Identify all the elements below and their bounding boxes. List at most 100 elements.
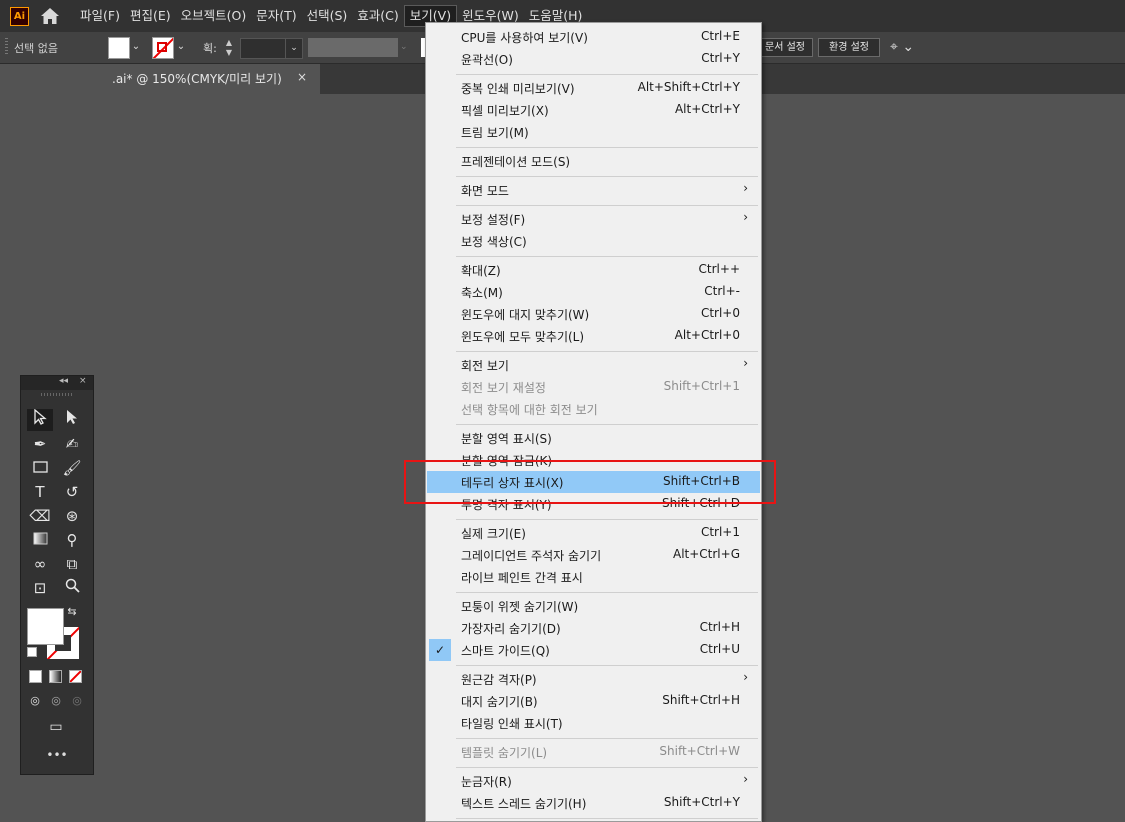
document-setup-button[interactable]: 문서 설정 <box>757 38 813 57</box>
eyedropper-tool-icon[interactable]: ⚲ <box>59 529 85 551</box>
document-tab[interactable]: .ai* @ 150%(CMYK/미리 보기) × <box>0 64 320 94</box>
arrange-documents-icon[interactable]: ⌖ ⌄ <box>890 39 920 57</box>
menu-item-zoom-in[interactable]: 확대(Z) Ctrl++ <box>427 259 760 281</box>
stroke-swatch[interactable] <box>152 37 174 59</box>
menu-item-perspective-grid[interactable]: 원근감 격자(P) › <box>427 668 760 690</box>
menu-item-rulers[interactable]: 눈금자(R) › <box>427 770 760 792</box>
rotate-tool-icon[interactable]: ↺ <box>59 481 85 503</box>
menu-item-show-print-tiling[interactable]: 타일링 인쇄 표시(T) <box>427 712 760 734</box>
menu-item-show-slices[interactable]: 분할 영역 표시(S) <box>427 427 760 449</box>
variable-width-profile[interactable] <box>308 38 398 57</box>
menu-item-trim-view[interactable]: 트림 보기(M) <box>427 121 760 143</box>
menu-separator <box>456 176 758 177</box>
swap-fill-stroke-icon[interactable]: ⇆ <box>65 605 79 619</box>
gradient-mode-icon[interactable] <box>49 670 62 683</box>
screen-mode-icon[interactable]: ▭ <box>43 716 69 738</box>
direct-selection-tool-icon[interactable] <box>59 409 85 431</box>
menu-type[interactable]: 문자(T) <box>251 5 301 27</box>
menu-item-hide-gradient-annotator[interactable]: 그레이디언트 주석자 숨기기 Alt+Ctrl+G <box>427 544 760 566</box>
close-icon[interactable]: × <box>79 376 87 386</box>
menu-item-pixel-preview[interactable]: 픽셀 미리보기(X) Alt+Ctrl+Y <box>427 99 760 121</box>
type-tool-icon[interactable]: T <box>27 481 53 503</box>
submenu-arrow-icon: › <box>743 670 748 684</box>
default-fill-stroke-icon[interactable] <box>27 647 37 657</box>
menu-item-hide-corner-widget[interactable]: 모퉁이 위젯 숨기기(W) <box>427 595 760 617</box>
menu-item-reset-rotate-view[interactable]: 회전 보기 재설정 Shift+Ctrl+1 <box>427 376 760 398</box>
zoom-tool-icon[interactable] <box>59 577 85 599</box>
draw-normal-icon[interactable]: ◎ <box>25 690 45 712</box>
menu-effect[interactable]: 효과(C) <box>352 5 403 27</box>
menu-item-overprint-preview[interactable]: 중복 인쇄 미리보기(V) Alt+Shift+Ctrl+Y <box>427 77 760 99</box>
menu-separator <box>456 74 758 75</box>
tools-panel: ◂◂ × ✒ ✍ 🖌 T ↺ ⌫ ⊛ ⚲ ∞ ⧉ ⊡ ⇆ ◎ ◎ ◎ ▭ ••• <box>20 375 94 775</box>
fill-color-box[interactable] <box>27 608 64 645</box>
stroke-weight-input[interactable] <box>240 38 287 59</box>
curvature-tool-icon[interactable]: ✍ <box>59 433 85 455</box>
menu-separator <box>456 592 758 593</box>
submenu-arrow-icon: › <box>743 210 748 224</box>
menu-item-hide-text-threads[interactable]: 텍스트 스레드 숨기기(H) Shift+Ctrl+Y <box>427 792 760 814</box>
draw-behind-icon[interactable]: ◎ <box>46 690 66 712</box>
fill-swatch[interactable] <box>108 37 130 59</box>
checkmark-icon: ✓ <box>429 639 451 661</box>
menu-item-rotate-view-to-selection[interactable]: 선택 항목에 대한 회전 보기 <box>427 398 760 420</box>
stroke-label: 획: <box>203 42 217 55</box>
control-bar-grip[interactable] <box>5 38 8 56</box>
menu-item-presentation-mode[interactable]: 프레젠테이션 모드(S) <box>427 150 760 172</box>
tools-grip[interactable] <box>41 393 73 396</box>
pen-tool-icon[interactable]: ✒ <box>27 433 53 455</box>
view-menu-dropdown: CPU를 사용하여 보기(V) Ctrl+E 윤곽선(O) Ctrl+Y 중복 인쇄… <box>425 22 762 822</box>
puppet-warp-tool-icon[interactable]: ⊛ <box>59 505 85 527</box>
eraser-tool-icon[interactable]: ⌫ <box>27 505 53 527</box>
none-mode-icon[interactable] <box>69 670 82 683</box>
close-icon[interactable]: × <box>297 70 307 84</box>
menu-separator <box>456 519 758 520</box>
menu-item-proof-colors[interactable]: 보정 색상(C) <box>427 230 760 252</box>
collapse-icon[interactable]: ◂◂ <box>59 376 68 386</box>
rectangle-tool-icon[interactable] <box>27 457 53 479</box>
highlight-annotation <box>404 460 776 504</box>
artboard-tool-icon[interactable]: ⊡ <box>27 577 53 599</box>
menu-item-fit-all[interactable]: 윈도우에 모두 맞추기(L) Alt+Ctrl+0 <box>427 325 760 347</box>
stroke-weight-stepper[interactable]: ▲ ▼ <box>222 38 236 58</box>
paintbrush-tool-icon[interactable]: 🖌 <box>59 457 85 479</box>
menu-separator <box>456 256 758 257</box>
menu-file[interactable]: 파일(F) <box>75 5 125 27</box>
menu-item-rotate-view[interactable]: 회전 보기 › <box>427 354 760 376</box>
menu-item-hide-edges[interactable]: 가장자리 숨기기(D) Ctrl+H <box>427 617 760 639</box>
shape-builder-tool-icon[interactable]: ⧉ <box>59 553 85 575</box>
menu-item-show-live-paint-gaps[interactable]: 라이브 페인트 간격 표시 <box>427 566 760 588</box>
menu-item-proof-setup[interactable]: 보정 설정(F) › <box>427 208 760 230</box>
menu-separator <box>456 424 758 425</box>
color-mode-icon[interactable] <box>29 670 42 683</box>
menu-item-cpu-view[interactable]: CPU를 사용하여 보기(V) Ctrl+E <box>427 26 760 48</box>
edit-toolbar-icon[interactable]: ••• <box>21 748 93 762</box>
selection-tool-icon[interactable] <box>27 408 53 431</box>
blend-tool-icon[interactable]: ∞ <box>27 553 53 575</box>
tools-panel-header[interactable]: ◂◂ × <box>21 376 93 390</box>
gradient-tool-icon[interactable] <box>27 529 53 551</box>
menu-item-hide-artboards[interactable]: 대지 숨기기(B) Shift+Ctrl+H <box>427 690 760 712</box>
preferences-button[interactable]: 환경 설정 <box>818 38 880 57</box>
menu-separator <box>456 767 758 768</box>
menu-select[interactable]: 선택(S) <box>302 5 353 27</box>
menu-separator <box>456 818 758 819</box>
menu-edit[interactable]: 편집(E) <box>125 5 176 27</box>
menu-separator <box>456 205 758 206</box>
menu-item-outline[interactable]: 윤곽선(O) Ctrl+Y <box>427 48 760 70</box>
menu-item-screen-mode[interactable]: 화면 모드 › <box>427 179 760 201</box>
chevron-down-icon[interactable]: ⌄ <box>285 38 303 59</box>
chevron-down-icon[interactable]: ⌄ <box>130 37 142 57</box>
draw-inside-icon[interactable]: ◎ <box>67 690 87 712</box>
menu-item-zoom-out[interactable]: 축소(M) Ctrl+- <box>427 281 760 303</box>
chevron-down-icon[interactable]: ⌄ <box>175 37 187 57</box>
menu-separator <box>456 738 758 739</box>
home-icon[interactable] <box>40 7 60 25</box>
menu-separator <box>456 351 758 352</box>
menu-item-fit-artboard[interactable]: 윈도우에 대지 맞추기(W) Ctrl+0 <box>427 303 760 325</box>
menu-item-hide-template[interactable]: 템플릿 숨기기(L) Shift+Ctrl+W <box>427 741 760 763</box>
menu-object[interactable]: 오브젝트(O) <box>176 5 252 27</box>
menu-item-smart-guides[interactable]: ✓ 스마트 가이드(Q) Ctrl+U <box>427 639 760 661</box>
menu-item-actual-size[interactable]: 실제 크기(E) Ctrl+1 <box>427 522 760 544</box>
chevron-down-icon[interactable]: ⌄ <box>400 38 414 57</box>
